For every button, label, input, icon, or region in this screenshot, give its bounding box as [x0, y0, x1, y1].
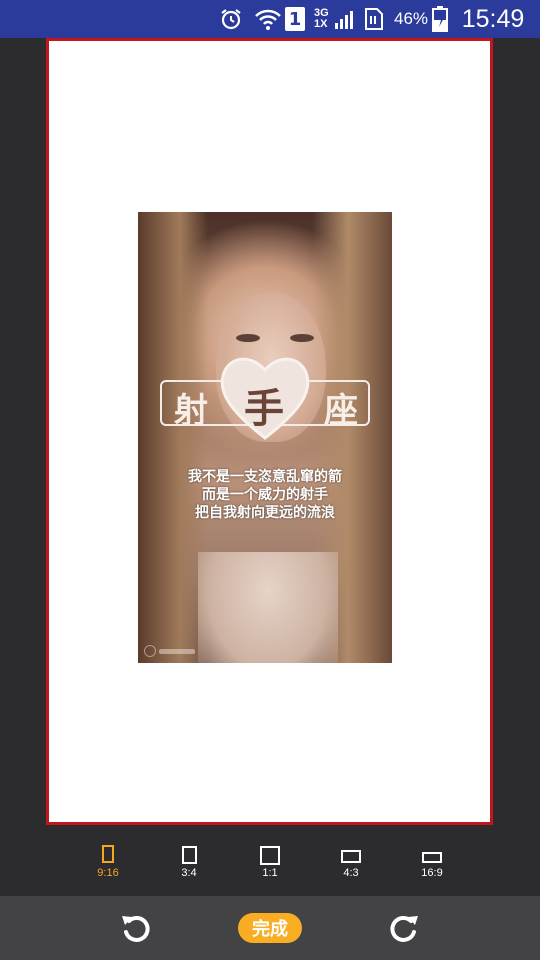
poem-text: 我不是一支恣意乱窜的箭 而是一个威力的射手 把自我射向更远的流浪	[138, 468, 392, 522]
clock: 15:49	[461, 4, 525, 33]
wifi-icon	[253, 0, 283, 38]
battery-charging-icon	[430, 0, 450, 38]
ratio-3-4-icon	[182, 846, 197, 864]
ratio-label: 1:1	[262, 867, 278, 879]
crop-canvas[interactable]: 射 手 座 我不是一支恣意乱窜的箭 而是一个威力的射手 把自我射向更远的流浪	[46, 38, 493, 825]
ratio-label: 4:3	[343, 867, 359, 879]
ratio-option-9-16[interactable]: 9:16	[78, 826, 138, 896]
zodiac-char-center: 手	[244, 385, 284, 432]
signal-bars-icon	[335, 11, 353, 29]
ratio-16-9-icon	[422, 852, 442, 863]
ratio-option-4-3[interactable]: 4:3	[321, 826, 381, 896]
done-button[interactable]: 完成	[238, 913, 302, 943]
poem-line-3: 把自我射向更远的流浪	[195, 505, 335, 521]
ratio-label: 16:9	[421, 867, 443, 879]
watermark-logo-icon	[144, 644, 204, 658]
sim-data-icon	[362, 0, 386, 38]
ratio-label: 9:16	[97, 867, 119, 879]
rotate-counterclockwise-button[interactable]	[115, 908, 155, 948]
zodiac-char-left: 射	[174, 391, 208, 431]
sim-slot-number: 1	[285, 7, 305, 31]
aspect-ratio-bar: 9:16 3:4 1:1 4:3 16:9	[0, 826, 540, 896]
rotate-clockwise-button[interactable]	[385, 908, 425, 948]
battery-percent: 46%	[393, 9, 429, 28]
network-indicator: 3G 1X	[312, 0, 358, 38]
network-type-bottom: 1X	[314, 18, 328, 30]
alarm-clock-icon	[217, 0, 245, 38]
ratio-option-1-1[interactable]: 1:1	[240, 826, 300, 896]
ratio-4-3-icon	[341, 850, 361, 863]
rotate-counterclockwise-icon	[122, 915, 150, 942]
sim-slot-indicator: 1	[284, 0, 306, 38]
ratio-label: 3:4	[181, 867, 197, 879]
ratio-9-16-icon	[102, 845, 114, 863]
ratio-option-3-4[interactable]: 3:4	[159, 826, 219, 896]
status-bar: 1 3G 1X 46% 15:49	[0, 0, 540, 38]
crop-screen: 1 3G 1X 46% 15:49 射 手 座 我不是一支恣意乱窜的箭 而是一个…	[0, 0, 540, 960]
poem-line-1: 我不是一支恣意乱窜的箭	[188, 469, 342, 485]
zodiac-char-right: 座	[324, 391, 358, 431]
photo-preview[interactable]: 射 手 座 我不是一支恣意乱窜的箭 而是一个威力的射手 把自我射向更远的流浪	[138, 212, 392, 663]
poem-line-2: 而是一个威力的射手	[202, 487, 328, 503]
rotate-clockwise-icon	[390, 915, 418, 942]
ratio-1-1-icon	[260, 846, 280, 865]
ratio-option-16-9[interactable]: 16:9	[402, 826, 462, 896]
